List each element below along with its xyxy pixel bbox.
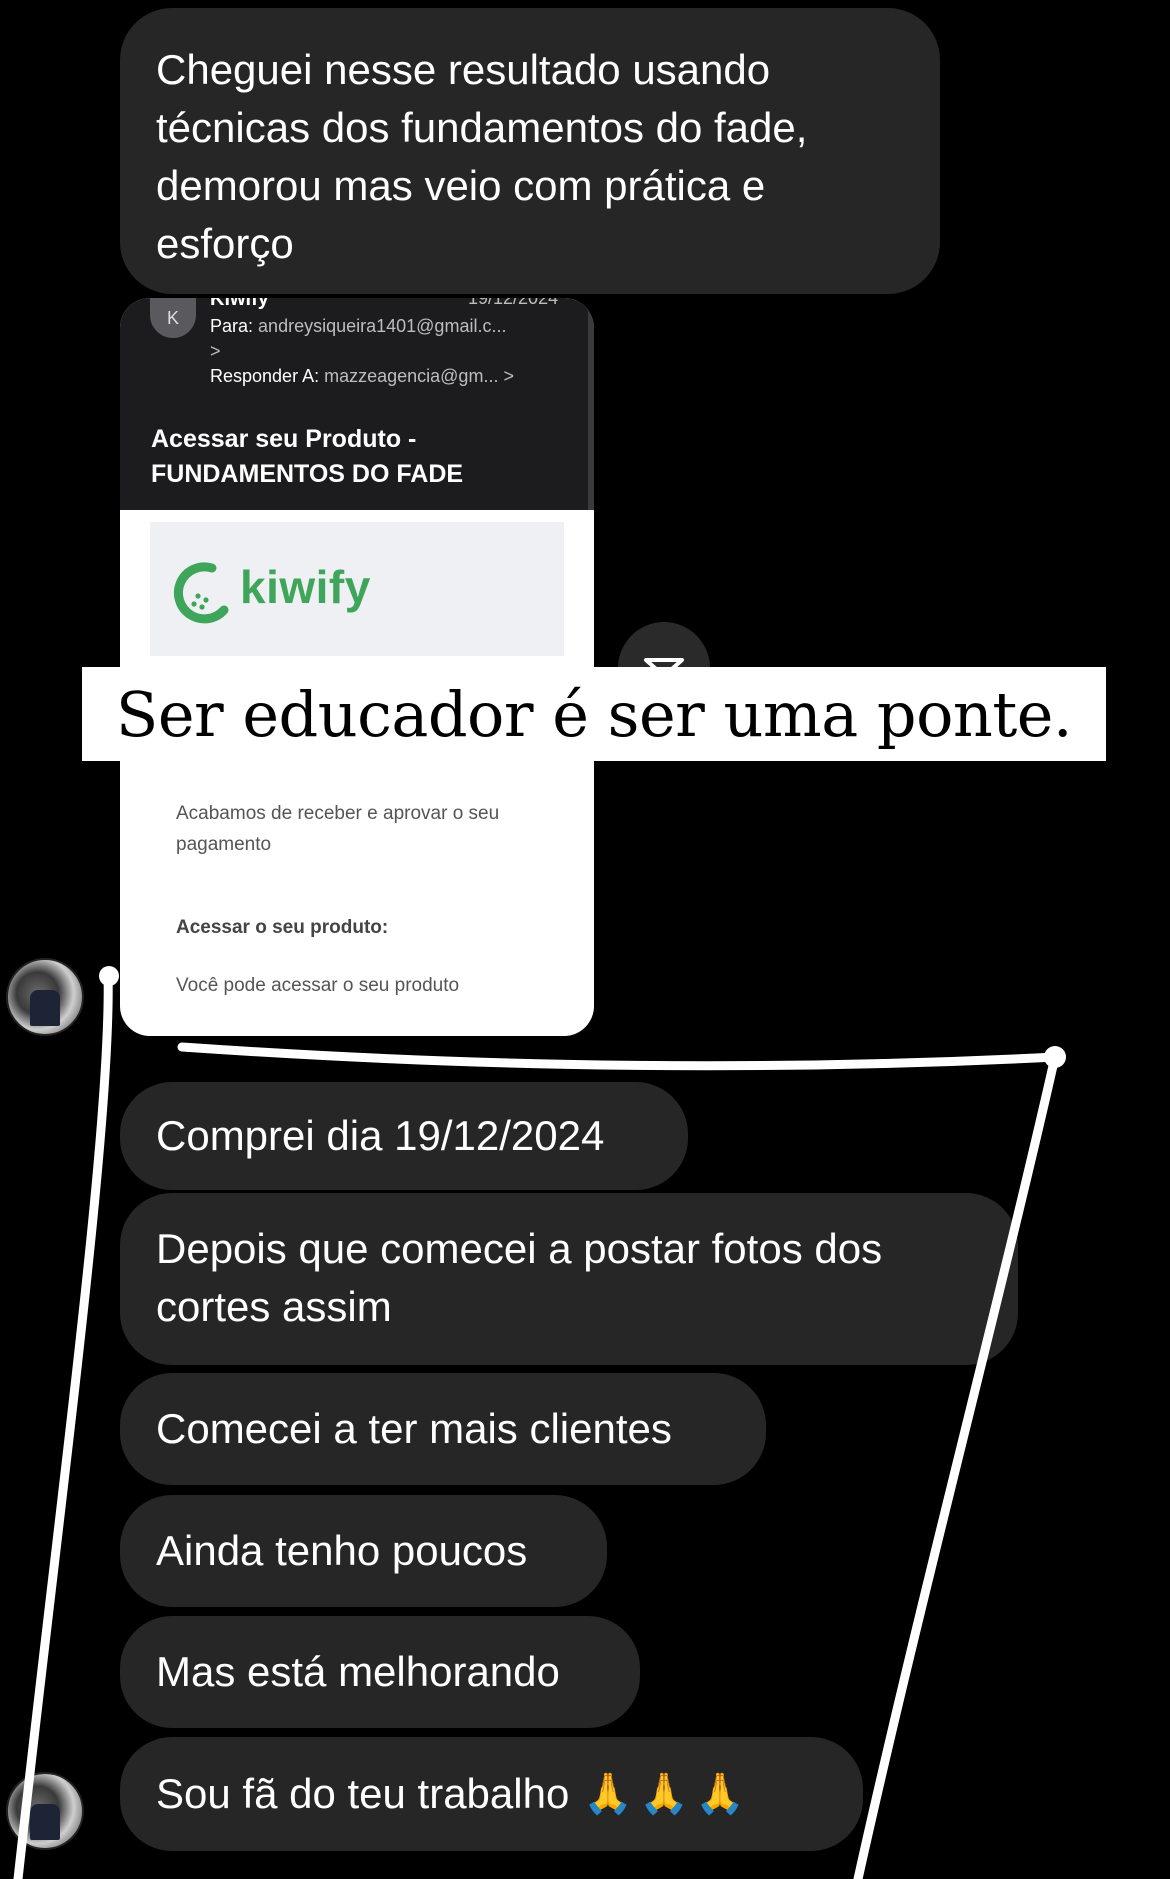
message-bubble[interactable]: Sou fã do teu trabalho 🙏🙏🙏 <box>120 1737 863 1851</box>
to-address: andreysiqueira1401@gmail.c... <box>258 316 507 336</box>
message-bubble[interactable]: Comecei a ter mais clientes <box>120 1373 766 1485</box>
sender-avatar: K <box>150 298 196 338</box>
to-label: Para: <box>210 316 254 336</box>
message-bubble[interactable]: Depois que comecei a postar fotos dos co… <box>120 1193 1018 1365</box>
story-text-overlay: Ser educador é ser uma ponte. <box>82 667 1106 761</box>
email-body-text: Acabamos de receber e aprovar o seu paga… <box>176 803 500 855</box>
message-bubble[interactable]: Comprei dia 19/12/2024 <box>120 1082 688 1190</box>
email-body-heading: Acessar o seu produto: <box>176 917 389 938</box>
message-bubble[interactable]: Mas está melhorando <box>120 1616 640 1728</box>
sender-avatar-top[interactable] <box>6 958 84 1036</box>
message-bubble[interactable]: Cheguei nesse resultado usando técnicas … <box>120 8 940 294</box>
sender-name: Kiwify <box>210 298 269 310</box>
email-header: K Kiwify 19/12/2024 Para: andreysiqueira… <box>120 298 594 510</box>
email-date: 19/12/2024 <box>468 298 559 308</box>
email-subject: Acessar seu Produto - FUNDAMENTOS DO FAD… <box>151 425 464 488</box>
expand-chevron[interactable]: > <box>210 341 221 362</box>
kiwify-logo-banner: kiwify <box>150 522 564 656</box>
message-bubble[interactable]: Ainda tenho poucos <box>120 1495 607 1607</box>
sender-avatar-bottom[interactable] <box>6 1772 84 1850</box>
email-body-text-2: Você pode acessar o seu produto <box>176 975 460 996</box>
reply-to-line: Responder A: mazzeagencia@gm... > <box>210 366 514 387</box>
kiwify-logo-text: kiwify <box>240 561 371 613</box>
kiwi-slice-icon <box>173 562 229 624</box>
message-text: Sou fã do teu trabalho <box>156 1770 570 1817</box>
reply-address: mazzeagencia@gm... > <box>324 366 514 386</box>
to-line: Para: andreysiqueira1401@gmail.c... <box>210 316 506 337</box>
reply-label: Responder A: <box>210 366 320 386</box>
praying-hands-emoji: 🙏🙏🙏 <box>583 1771 751 1817</box>
